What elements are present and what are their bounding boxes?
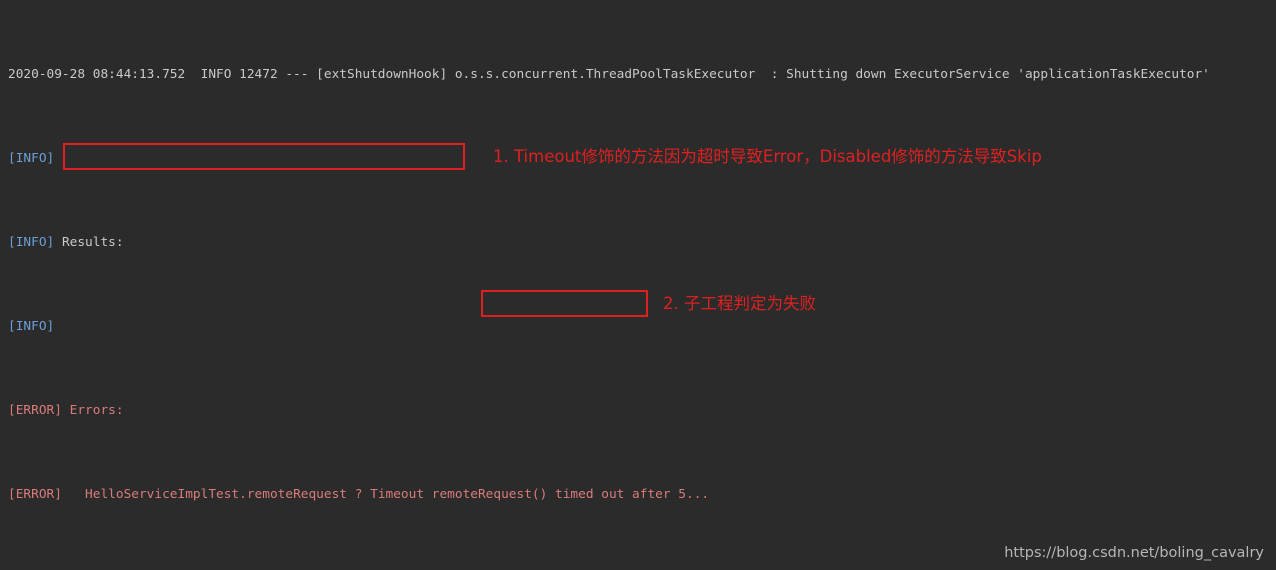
annotation-note-1: 1. Timeout修饰的方法因为超时导致Error，Disabled修饰的方法… [493, 147, 1042, 166]
blog-watermark: https://blog.csdn.net/boling_cavalry [1004, 545, 1264, 561]
log-line-info-blank-2: [INFO] [8, 316, 1225, 337]
results-label: Results: [54, 235, 124, 250]
log-line-error-detail: [ERROR] HelloServiceImplTest.remoteReque… [8, 484, 1225, 505]
annotation-note-2: 2. 子工程判定为失败 [663, 294, 816, 313]
info-tag: [INFO] [8, 319, 55, 334]
log-line-errors-header: [ERROR] Errors: [8, 400, 1225, 421]
info-tag: [INFO] [8, 151, 55, 166]
error-tag: [ERROR] [8, 487, 62, 502]
error-detail-text: HelloServiceImplTest.remoteRequest ? Tim… [61, 487, 710, 502]
boot-shutdown-text: 2020-09-28 08:44:13.752 INFO 12472 --- [… [8, 67, 1210, 82]
maven-build-console: 2020-09-28 08:44:13.752 INFO 12472 --- [… [0, 0, 1276, 570]
errors-label: Errors: [61, 403, 124, 418]
error-tag: [ERROR] [8, 403, 62, 418]
console-log-output: 2020-09-28 08:44:13.752 INFO 12472 --- [… [8, 1, 1225, 570]
info-tag: [INFO] [8, 235, 55, 250]
log-line-results: [INFO] Results: [8, 232, 1225, 253]
log-line-boot: 2020-09-28 08:44:13.752 INFO 12472 --- [… [8, 64, 1225, 85]
